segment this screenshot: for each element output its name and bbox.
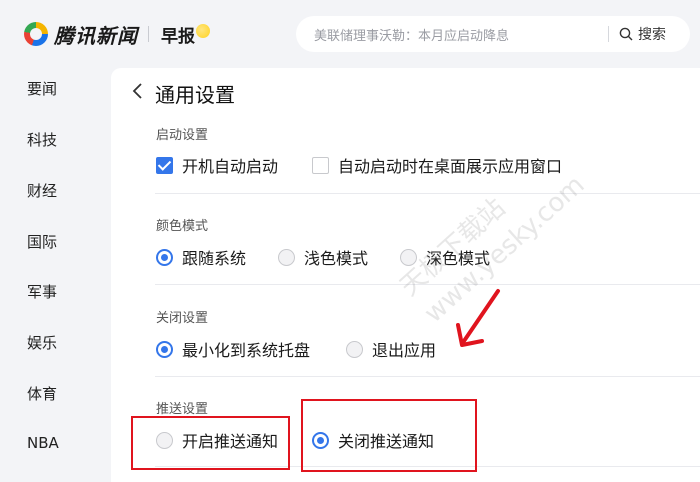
sun-icon [196,24,210,38]
follow-system-label: 跟随系统 [182,249,247,268]
checkbox-unchecked-icon [312,156,329,174]
exit-app-label: 退出应用 [372,341,437,360]
brand-logo[interactable]: 腾讯新闻 [24,20,138,48]
push-section-label: 推送设置 [156,402,209,417]
annotation-box-disable-push [301,399,477,472]
brand-name: 腾讯新闻 [54,23,138,48]
radio-unselected-icon [278,248,295,266]
search-icon [619,27,633,41]
show-window-checkbox[interactable]: 自动启动时在桌面展示应用窗口 [312,153,562,177]
morning-report-link[interactable]: 早报 [161,20,210,48]
search-separator [608,26,609,42]
sidebar-item-headlines[interactable]: 要闻 [27,78,57,99]
sidebar-item-military[interactable]: 军事 [27,281,57,302]
minimize-tray-label: 最小化到系统托盘 [182,341,311,360]
sidebar-item-finance[interactable]: 财经 [27,180,57,201]
morning-report-label: 早报 [161,26,195,47]
search-bar: 美联储理事沃勒：本月应启动降息 搜索 [296,16,690,52]
radio-unselected-icon [346,340,363,358]
color-section-label: 颜色模式 [156,219,209,234]
sidebar-item-entertainment[interactable]: 娱乐 [27,332,57,353]
page-title: 通用设置 [155,83,235,107]
sidebar-item-tech[interactable]: 科技 [27,129,57,150]
section-divider [155,284,700,285]
close-section-label: 关闭设置 [156,311,209,326]
radio-unselected-icon [400,248,417,266]
section-divider [155,376,700,377]
auto-start-checkbox[interactable]: 开机自动启动 [156,153,278,177]
dark-mode-radio[interactable]: 深色模式 [400,245,490,269]
annotation-arrow-icon [456,289,500,347]
startup-section-label: 启动设置 [156,128,209,143]
channel-sidebar: 要闻 科技 财经 国际 军事 娱乐 体育 NBA [0,68,110,482]
minimize-tray-radio[interactable]: 最小化到系统托盘 [156,337,310,361]
app-header: 腾讯新闻 早报 美联储理事沃勒：本月应启动降息 搜索 [0,0,700,68]
light-mode-radio[interactable]: 浅色模式 [278,245,368,269]
auto-start-label: 开机自动启动 [182,157,279,176]
section-divider [155,193,700,194]
follow-system-radio[interactable]: 跟随系统 [156,245,246,269]
back-chevron-icon[interactable] [130,80,146,102]
sidebar-item-nba[interactable]: NBA [27,434,59,452]
radio-selected-icon [156,248,173,266]
search-button[interactable]: 搜索 [619,24,666,44]
dark-mode-label: 深色模式 [426,249,491,268]
sidebar-item-world[interactable]: 国际 [27,231,57,252]
radio-selected-icon [156,340,173,358]
search-input[interactable]: 美联储理事沃勒：本月应启动降息 [314,25,606,44]
show-window-label: 自动启动时在桌面展示应用窗口 [338,157,563,176]
sidebar-item-sports[interactable]: 体育 [27,383,57,404]
light-mode-label: 浅色模式 [304,249,369,268]
annotation-box-enable-push [131,416,290,470]
header-divider [148,26,149,42]
tencent-news-logo-icon [24,22,48,46]
exit-app-radio[interactable]: 退出应用 [346,337,436,361]
search-button-label: 搜索 [638,27,666,43]
checkbox-checked-icon [156,156,173,174]
